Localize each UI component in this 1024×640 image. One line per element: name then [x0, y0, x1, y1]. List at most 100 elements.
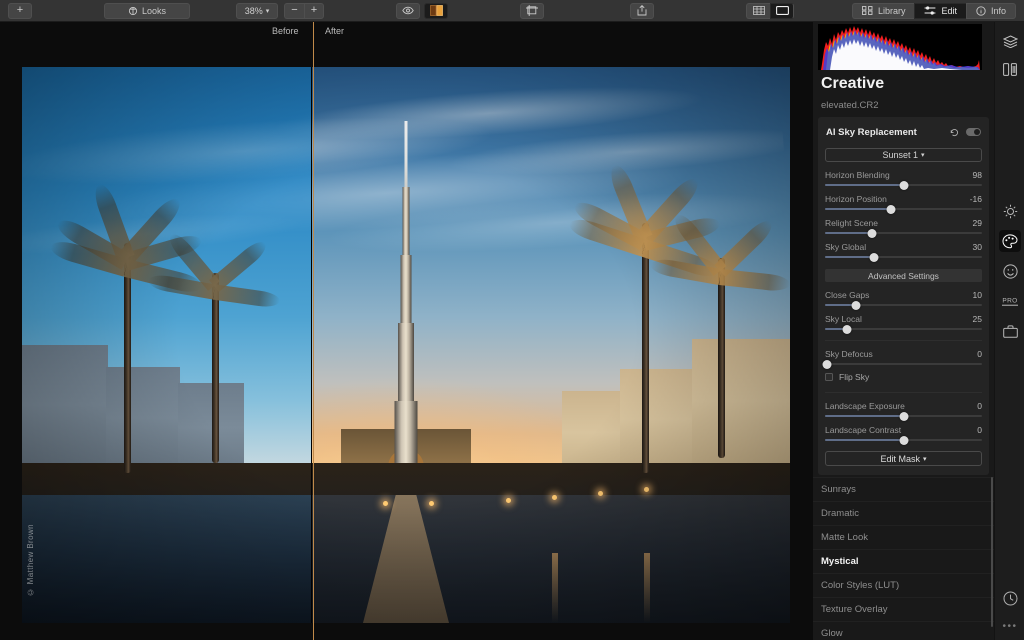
filter-list: Sunrays Dramatic Matte Look Mystical Col…	[813, 477, 994, 640]
checkbox-icon[interactable]	[825, 373, 833, 381]
slider-label: Sky Global	[825, 242, 867, 252]
filter-item-mystical[interactable]: Mystical	[813, 549, 994, 573]
portrait-face-icon[interactable]	[999, 260, 1021, 282]
before-after-labels: Before After	[0, 22, 813, 41]
slider-landscape-contrast[interactable]: Landscape Contrast 0	[825, 425, 982, 445]
mode-library-button[interactable]: Library	[851, 2, 915, 19]
slider-relight-scene[interactable]: Relight Scene 29	[825, 218, 982, 238]
zoom-value: 38%	[244, 5, 263, 16]
slider-label: Sky Local	[825, 314, 862, 324]
flip-sky-label: Flip Sky	[839, 372, 870, 382]
divider-line	[825, 340, 982, 341]
looks-icon	[128, 6, 138, 16]
grid-view-button[interactable]	[746, 2, 770, 19]
image-canvas[interactable]: Before After © Matthew Brown	[0, 22, 813, 640]
before-after-divider[interactable]	[313, 22, 314, 640]
slider-label: Relight Scene	[825, 218, 878, 228]
filter-item-dramatic[interactable]: Dramatic	[813, 501, 994, 525]
zoom-stepper[interactable]: − +	[284, 2, 324, 19]
filter-item-color-styles[interactable]: Color Styles (LUT)	[813, 573, 994, 597]
filter-header: AI Sky Replacement	[818, 125, 989, 139]
visibility-toggle-icon[interactable]	[966, 128, 981, 136]
zoom-in-button[interactable]: +	[304, 2, 324, 19]
filter-item-matte-look[interactable]: Matte Look	[813, 525, 994, 549]
looks-button[interactable]: Looks	[104, 2, 190, 19]
panel-scrollbar[interactable]	[991, 477, 993, 627]
mode-info-button[interactable]: Info	[965, 2, 1016, 19]
filter-item-label: Color Styles (LUT)	[821, 580, 900, 591]
view-mode-group	[746, 2, 794, 19]
filter-item-texture-overlay[interactable]: Texture Overlay	[813, 597, 994, 621]
slider-value: 29	[972, 218, 982, 228]
edit-mask-button[interactable]: Edit Mask ▾	[825, 451, 982, 466]
slider-sky-global[interactable]: Sky Global 30	[825, 242, 982, 262]
mode-edit-label: Edit	[941, 5, 957, 16]
flip-sky-checkbox[interactable]: Flip Sky	[825, 372, 982, 382]
mode-switch-group: Library Edit Info	[851, 2, 1016, 19]
histogram	[818, 24, 982, 70]
slider-value: -16	[969, 194, 982, 204]
filter-item-glow[interactable]: Glow	[813, 621, 994, 640]
grid-view-icon	[752, 6, 765, 15]
export-share-icon	[637, 5, 647, 16]
slider-value: 0	[977, 401, 982, 411]
split-view-icon[interactable]	[999, 58, 1021, 80]
history-clock-icon[interactable]	[999, 587, 1021, 609]
photo-preview[interactable]	[22, 67, 790, 623]
filter-item-label: Texture Overlay	[821, 604, 888, 615]
professional-pro-icon[interactable]: PRO	[999, 290, 1021, 312]
slider-sky-local[interactable]: Sky Local 25	[825, 314, 982, 334]
page-title: Creative	[821, 75, 885, 92]
slider-sky-defocus[interactable]: Sky Defocus 0	[822, 349, 982, 369]
top-toolbar: + Looks 38% ▾ − + Library Edit Info	[0, 0, 1024, 22]
more-options-icon[interactable]: •••	[995, 621, 1024, 632]
filter-item-label: Sunrays	[821, 484, 856, 495]
library-icon	[862, 6, 873, 15]
crop-button[interactable]	[520, 2, 544, 19]
single-view-button[interactable]	[770, 2, 794, 19]
reset-arrow-icon[interactable]	[950, 128, 959, 137]
after-label: After	[325, 26, 345, 36]
export-button[interactable]	[630, 2, 654, 19]
filter-item-sunrays[interactable]: Sunrays	[813, 477, 994, 501]
layers-icon[interactable]	[999, 30, 1021, 52]
slider-value: 10	[972, 290, 982, 300]
sky-preset-value: Sunset 1	[882, 150, 918, 160]
edit-sliders-icon	[924, 6, 936, 15]
chevron-down-icon: ▾	[265, 7, 270, 15]
edit-side-panel: Creative elevated.CR2 AI Sky Replacement…	[813, 22, 994, 640]
slider-value: 0	[977, 425, 982, 435]
slider-label: Horizon Position	[825, 194, 887, 204]
crop-icon	[526, 5, 538, 16]
zoom-level-field[interactable]: 38% ▾	[236, 2, 278, 19]
filename-label: elevated.CR2	[821, 100, 879, 111]
before-image-half	[22, 67, 311, 623]
slider-horizon-blending[interactable]: Horizon Blending 98	[825, 170, 982, 190]
creative-palette-icon[interactable]	[999, 230, 1021, 252]
slider-close-gaps[interactable]: Close Gaps 10	[825, 290, 982, 310]
edit-mask-label: Edit Mask	[880, 453, 920, 464]
tool-rail: PRO •••	[994, 22, 1024, 640]
slider-landscape-exposure[interactable]: Landscape Exposure 0	[825, 401, 982, 421]
toolkit-briefcase-icon[interactable]	[999, 320, 1021, 342]
preview-eye-button[interactable]	[396, 2, 420, 19]
add-button[interactable]: +	[8, 2, 32, 19]
filter-item-label: Mystical	[821, 556, 859, 567]
sky-preset-dropdown[interactable]: Sunset 1 ▾	[825, 148, 982, 162]
looks-label: Looks	[141, 5, 167, 16]
chevron-down-icon: ▾	[923, 455, 927, 463]
filter-item-label: Glow	[821, 628, 843, 639]
zoom-out-button[interactable]: −	[284, 2, 304, 19]
mode-library-label: Library	[877, 5, 906, 16]
advanced-settings-button[interactable]: Advanced Settings	[825, 269, 982, 282]
mode-edit-button[interactable]: Edit	[914, 2, 966, 19]
slider-value: 25	[972, 314, 982, 324]
slider-label: Close Gaps	[825, 290, 870, 300]
slider-horizon-position[interactable]: Horizon Position -16	[825, 194, 982, 214]
slider-value: 0	[977, 349, 982, 359]
eye-icon	[402, 6, 414, 15]
filter-title: AI Sky Replacement	[826, 126, 917, 138]
compare-button[interactable]	[424, 2, 448, 19]
filter-item-label: Dramatic	[821, 508, 860, 519]
essentials-sun-icon[interactable]	[999, 200, 1021, 222]
